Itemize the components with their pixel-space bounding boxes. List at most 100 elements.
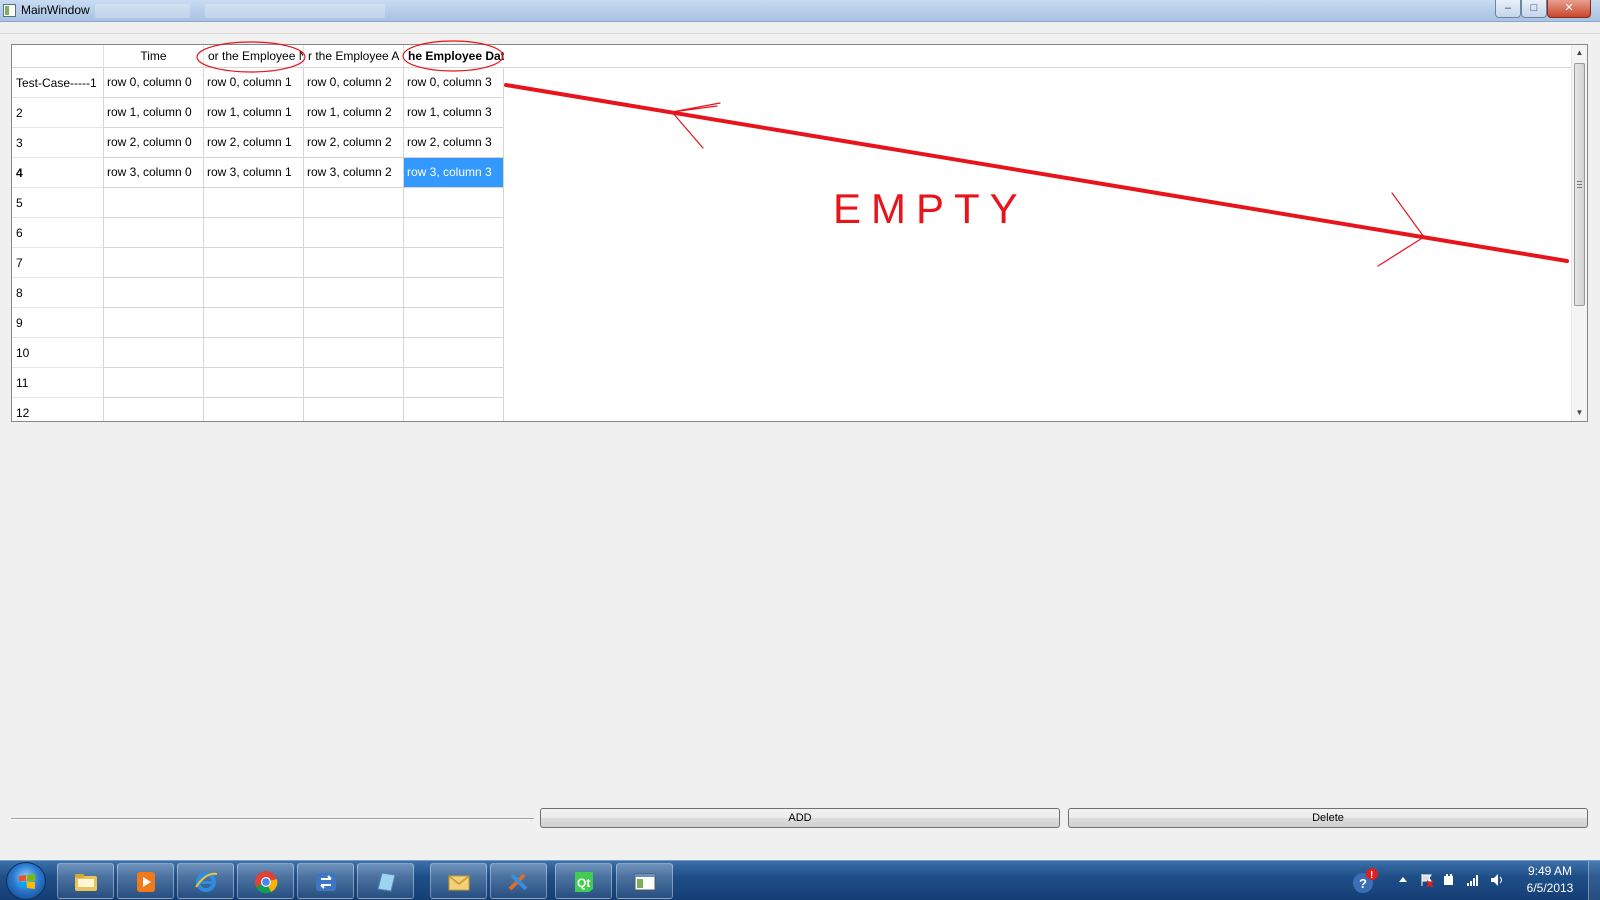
table-cell[interactable] — [104, 368, 204, 398]
table-cell[interactable]: row 0, column 1 — [204, 68, 304, 98]
network-icon[interactable] — [1466, 873, 1480, 887]
taskbar-outlook[interactable] — [430, 863, 487, 899]
row-header[interactable]: 6 — [12, 218, 103, 248]
table-cell[interactable]: row 3, column 0 — [104, 158, 204, 188]
taskbar-remote[interactable] — [297, 863, 354, 899]
delete-button[interactable]: Delete — [1068, 808, 1588, 828]
table-cell[interactable] — [404, 308, 504, 338]
row-header[interactable]: 8 — [12, 278, 103, 308]
taskbar-qt-creator[interactable]: Qt — [555, 863, 612, 899]
table-cell[interactable] — [404, 278, 504, 308]
table-cell[interactable]: row 0, column 2 — [304, 68, 404, 98]
row-header[interactable]: 11 — [12, 368, 103, 398]
table-cell[interactable]: row 2, column 3 — [404, 128, 504, 158]
maximize-button[interactable]: □ — [1521, 0, 1547, 18]
row-header[interactable]: 12 — [12, 398, 103, 421]
table-cell[interactable] — [204, 218, 304, 248]
table-cell[interactable] — [404, 368, 504, 398]
action-center-icon[interactable] — [1420, 873, 1434, 887]
scroll-up-arrow[interactable]: ▲ — [1572, 45, 1587, 61]
table-cell[interactable] — [404, 398, 504, 421]
table-cell[interactable] — [104, 338, 204, 368]
row-header[interactable]: 10 — [12, 338, 103, 368]
table-cell[interactable] — [104, 308, 204, 338]
table-cell[interactable] — [204, 248, 304, 278]
table-cell[interactable]: row 0, column 3 — [404, 68, 504, 98]
taskbar-internet-explorer[interactable] — [177, 863, 234, 899]
corner-button[interactable] — [12, 45, 104, 68]
table-cell-selected[interactable]: row 3, column 3 — [404, 158, 504, 188]
table-cell[interactable]: row 2, column 2 — [304, 128, 404, 158]
table-cell[interactable]: row 0, column 0 — [104, 68, 204, 98]
column-header[interactable]: r the Employee A — [304, 45, 404, 68]
table-cell[interactable]: row 3, column 2 — [304, 158, 404, 188]
row-header[interactable]: 3 — [12, 128, 103, 158]
table-cell[interactable] — [304, 398, 404, 421]
show-desktop-button[interactable] — [1588, 861, 1600, 900]
row-header[interactable]: 7 — [12, 248, 103, 278]
table-cell[interactable] — [204, 398, 304, 421]
column-header-current[interactable]: he Employee Dat — [404, 45, 504, 68]
table-cell[interactable]: row 2, column 0 — [104, 128, 204, 158]
help-alert-icon[interactable]: ? ! — [1351, 867, 1379, 895]
taskbar-media-player[interactable] — [117, 863, 174, 899]
clock-date[interactable]: 6/5/2013 — [1515, 881, 1585, 895]
table-cell[interactable] — [304, 248, 404, 278]
table-cell[interactable] — [104, 278, 204, 308]
table-cell[interactable] — [404, 218, 504, 248]
clock-time[interactable]: 9:49 AM — [1515, 864, 1585, 878]
taskbar-main-window[interactable] — [616, 863, 673, 899]
table-cell[interactable] — [304, 188, 404, 218]
table-cell[interactable]: row 2, column 1 — [204, 128, 304, 158]
table-cell[interactable] — [304, 338, 404, 368]
add-button[interactable]: ADD — [540, 808, 1060, 828]
table-cell[interactable] — [204, 188, 304, 218]
svg-text:Qt: Qt — [577, 876, 590, 890]
table-cell[interactable] — [204, 368, 304, 398]
table-cell[interactable] — [404, 188, 504, 218]
start-button[interactable] — [6, 862, 46, 900]
scrollbar-thumb[interactable] — [1574, 63, 1585, 306]
row-header[interactable]: 2 — [12, 98, 103, 128]
table-cell[interactable] — [304, 278, 404, 308]
table-cell[interactable] — [204, 338, 304, 368]
table-cell[interactable] — [304, 308, 404, 338]
row-header-current[interactable]: 4 — [12, 158, 103, 188]
power-icon[interactable] — [1442, 873, 1456, 887]
table-cell[interactable] — [304, 368, 404, 398]
table-cell[interactable] — [104, 218, 204, 248]
table-row — [104, 308, 504, 338]
table-cell[interactable]: row 1, column 1 — [204, 98, 304, 128]
table-widget[interactable]: Time or the Employee N r the Employee A … — [11, 44, 1588, 422]
row-header[interactable]: 9 — [12, 308, 103, 338]
table-cell[interactable] — [204, 278, 304, 308]
table-cell[interactable]: row 1, column 0 — [104, 98, 204, 128]
table-cell[interactable] — [304, 218, 404, 248]
notepad-icon — [377, 872, 396, 892]
table-row — [104, 338, 504, 368]
table-cell[interactable] — [104, 188, 204, 218]
column-header[interactable]: or the Employee N — [204, 45, 304, 68]
vertical-scrollbar[interactable]: ▲ ▼ — [1571, 45, 1587, 421]
table-cell[interactable] — [104, 398, 204, 421]
table-cell[interactable] — [404, 248, 504, 278]
table-cell[interactable]: row 1, column 3 — [404, 98, 504, 128]
table-cell[interactable] — [104, 248, 204, 278]
row-header[interactable]: 5 — [12, 188, 103, 218]
close-button[interactable]: ✕ — [1547, 0, 1591, 18]
column-header[interactable]: Time — [104, 45, 204, 68]
volume-icon[interactable] — [1490, 873, 1504, 887]
minimize-button[interactable]: – — [1495, 0, 1521, 18]
table-cell[interactable] — [404, 338, 504, 368]
scroll-down-arrow[interactable]: ▼ — [1572, 405, 1587, 421]
row-header[interactable]: Test-Case-----1 — [12, 68, 103, 98]
table-cell[interactable] — [204, 308, 304, 338]
table-cell[interactable]: row 1, column 2 — [304, 98, 404, 128]
title-bar[interactable]: MainWindow – □ ✕ — [0, 0, 1600, 22]
show-hidden-icons-icon[interactable] — [1396, 873, 1410, 887]
taskbar-notepad[interactable] — [357, 863, 414, 899]
taskbar-explorer[interactable] — [57, 863, 114, 899]
taskbar-chrome[interactable] — [237, 863, 294, 899]
taskbar-tools[interactable] — [490, 863, 547, 899]
table-cell[interactable]: row 3, column 1 — [204, 158, 304, 188]
